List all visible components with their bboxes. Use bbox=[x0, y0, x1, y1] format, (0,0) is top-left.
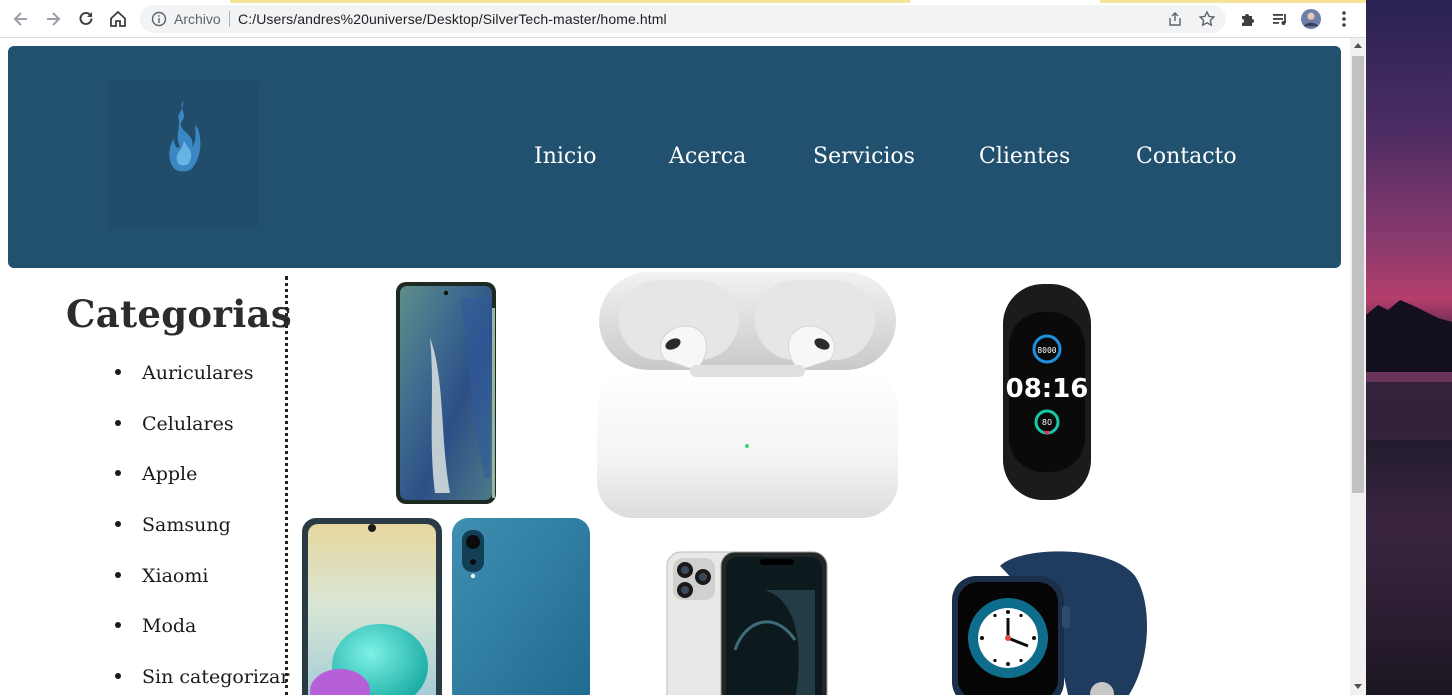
category-item-xiaomi[interactable]: Xiaomi bbox=[115, 565, 208, 587]
home-icon[interactable] bbox=[106, 7, 130, 31]
category-item-sin-categorizar[interactable]: Sin categorizar bbox=[115, 666, 289, 688]
sidebar-dotted-divider bbox=[285, 276, 288, 695]
browser-menu-icon[interactable] bbox=[1334, 9, 1354, 29]
category-item-auriculares[interactable]: Auriculares bbox=[115, 362, 253, 384]
samsung-galaxy-note-phone-icon[interactable] bbox=[390, 278, 505, 508]
site-header: Inicio Acerca Servicios Clientes Contact… bbox=[8, 46, 1341, 268]
omnibox-separator bbox=[229, 11, 230, 27]
xiaomi-mi-band-smartwatch-icon[interactable]: 8000 08:16 80 bbox=[995, 282, 1100, 502]
nav-link-clientes[interactable]: Clientes bbox=[979, 144, 1070, 169]
page-scrollbar[interactable] bbox=[1350, 38, 1366, 695]
nav-link-inicio[interactable]: Inicio bbox=[534, 144, 597, 169]
address-bar[interactable]: Archivo C:/Users/andres%20universe/Deskt… bbox=[140, 5, 1226, 33]
nav-link-contacto[interactable]: Contacto bbox=[1136, 144, 1237, 169]
scroll-up-arrow-icon[interactable] bbox=[1354, 43, 1362, 48]
svg-text:80: 80 bbox=[1042, 418, 1052, 427]
tab-strip-accent bbox=[0, 0, 1366, 3]
airpods-pro-earbuds-icon[interactable] bbox=[595, 270, 900, 520]
scroll-down-arrow-icon[interactable] bbox=[1354, 684, 1362, 689]
profile-avatar[interactable] bbox=[1301, 9, 1321, 29]
reload-icon[interactable] bbox=[74, 7, 98, 31]
category-item-celulares[interactable]: Celulares bbox=[115, 413, 234, 435]
bookmark-star-icon[interactable] bbox=[1198, 10, 1216, 28]
scrollbar-thumb[interactable] bbox=[1352, 56, 1364, 493]
category-item-apple[interactable]: Apple bbox=[115, 463, 197, 485]
svg-text:08:16: 08:16 bbox=[1006, 374, 1089, 404]
category-item-moda[interactable]: Moda bbox=[115, 615, 196, 637]
apple-watch-smartwatch-icon[interactable] bbox=[950, 546, 1150, 695]
share-icon[interactable] bbox=[1167, 11, 1183, 27]
nav-link-acerca[interactable]: Acerca bbox=[669, 144, 746, 169]
forward-arrow-icon[interactable] bbox=[41, 7, 65, 31]
site-logo[interactable] bbox=[108, 81, 258, 229]
category-item-samsung[interactable]: Samsung bbox=[115, 514, 231, 536]
samsung-galaxy-a02-phone-icon[interactable] bbox=[300, 516, 595, 695]
page-viewport: Inicio Acerca Servicios Clientes Contact… bbox=[0, 38, 1350, 695]
info-icon[interactable] bbox=[151, 11, 167, 27]
back-arrow-icon[interactable] bbox=[9, 7, 33, 31]
scheme-label: Archivo bbox=[174, 11, 221, 27]
iphone-12-pro-phone-icon[interactable] bbox=[665, 550, 830, 695]
categories-title: Categorias bbox=[66, 292, 292, 336]
url-text[interactable]: C:/Users/andres%20universe/Desktop/Silve… bbox=[238, 11, 667, 27]
nav-link-servicios[interactable]: Servicios bbox=[813, 144, 915, 169]
mountain-landscape-icon bbox=[1366, 300, 1452, 440]
extensions-puzzle-icon[interactable] bbox=[1238, 9, 1258, 29]
reading-list-icon[interactable] bbox=[1270, 9, 1290, 29]
categories-sidebar: Categorias Auriculares Celulares Apple S… bbox=[0, 268, 292, 695]
flame-logo-icon bbox=[169, 101, 201, 172]
svg-text:8000: 8000 bbox=[1037, 346, 1056, 355]
desktop-wallpaper bbox=[1366, 0, 1452, 695]
browser-toolbar: Archivo C:/Users/andres%20universe/Deskt… bbox=[0, 0, 1366, 38]
